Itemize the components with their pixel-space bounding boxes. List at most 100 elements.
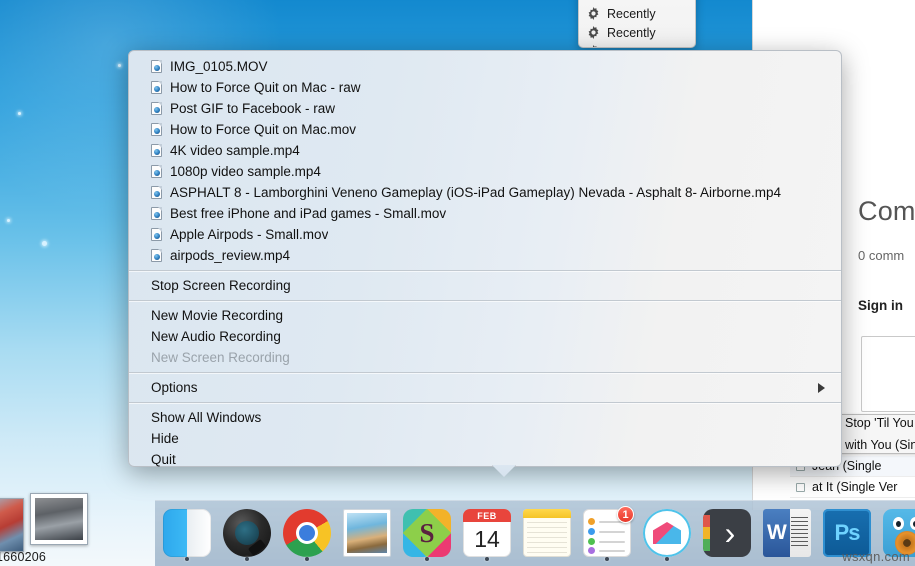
comments-heading: Com bbox=[858, 196, 915, 226]
menu-item-label: Stop Screen Recording bbox=[151, 278, 291, 293]
menu-item-label: How to Force Quit on Mac - raw bbox=[170, 80, 361, 95]
track-checkbox[interactable] bbox=[796, 483, 805, 492]
stop-recording-group: Stop Screen Recording bbox=[129, 275, 841, 296]
menu-item-label: Post GIF to Facebook - raw bbox=[170, 101, 336, 116]
menu-separator bbox=[129, 300, 841, 301]
track-row[interactable]: at It (Single Ver bbox=[790, 477, 915, 498]
menu-item-show-all-windows[interactable]: Show All Windows bbox=[129, 407, 841, 428]
thumbnail-image bbox=[35, 498, 83, 540]
menu-item-stop-screen-recording[interactable]: Stop Screen Recording bbox=[129, 275, 841, 296]
menu-item-label: Show All Windows bbox=[151, 410, 262, 425]
wallpaper-star bbox=[18, 112, 21, 115]
menu-item-recent-file[interactable]: Post GIF to Facebook - raw bbox=[129, 98, 841, 119]
chevron-right-icon bbox=[818, 382, 825, 393]
dock-item-mail[interactable] bbox=[341, 507, 393, 565]
menu-item-recent-file[interactable]: How to Force Quit on Mac - raw bbox=[129, 77, 841, 98]
running-indicator bbox=[305, 557, 309, 561]
terminal-icon bbox=[703, 509, 751, 557]
wallpaper-star bbox=[42, 241, 47, 246]
running-indicator bbox=[485, 557, 489, 561]
menu-item-label: Recently bbox=[607, 6, 656, 21]
dock-item-reminders[interactable]: 1 bbox=[581, 506, 634, 565]
movie-file-icon bbox=[151, 144, 162, 157]
track-title: at It (Single Ver bbox=[812, 480, 898, 494]
menu-item-recently-2[interactable]: Recently bbox=[579, 23, 695, 42]
comment-input-box[interactable] bbox=[861, 336, 915, 412]
menu-item-quit[interactable]: Quit bbox=[129, 449, 841, 470]
menu-item-hide[interactable]: Hide bbox=[129, 428, 841, 449]
microsoft-word-icon bbox=[763, 509, 811, 557]
menu-item-recent-file[interactable]: Best free iPhone and iPad games - Small.… bbox=[129, 203, 841, 224]
gear-icon bbox=[587, 45, 600, 47]
movie-file-icon bbox=[151, 228, 162, 241]
menu-item-label: New Movie Recording bbox=[151, 308, 284, 323]
menu-item-recent-file[interactable]: ASPHALT 8 - Lamborghini Veneno Gameplay … bbox=[129, 182, 841, 203]
dock-item-terminal[interactable] bbox=[701, 507, 753, 565]
watermark: wsxqn.com bbox=[842, 549, 910, 564]
menu-item-label: Hide bbox=[151, 431, 179, 446]
running-indicator bbox=[425, 557, 429, 561]
movie-file-icon bbox=[151, 207, 162, 220]
menu-item-options[interactable]: Options bbox=[129, 377, 841, 398]
slack-icon bbox=[403, 509, 451, 557]
movie-file-icon bbox=[151, 186, 162, 199]
menu-item-recent-file[interactable]: Apple Airpods - Small.mov bbox=[129, 224, 841, 245]
menu-item-label: Best free iPhone and iPad games - Small.… bbox=[170, 206, 447, 221]
chrome-icon bbox=[283, 509, 331, 557]
dock-item-slack[interactable] bbox=[401, 507, 453, 565]
menu-item-new-movie-recording[interactable]: New Movie Recording bbox=[129, 305, 841, 326]
menu-item-label: 4K video sample.mp4 bbox=[170, 143, 300, 158]
menu-item-recent-file[interactable]: 4K video sample.mp4 bbox=[129, 140, 841, 161]
menu-item-recent-file[interactable]: airpods_review.mp4 bbox=[129, 245, 841, 266]
dock-item-finder[interactable] bbox=[161, 507, 213, 565]
menu-item-label: 1080p video sample.mp4 bbox=[170, 164, 321, 179]
menu-item-recent-file[interactable]: How to Force Quit on Mac.mov bbox=[129, 119, 841, 140]
tooltip-line: Stop 'Til You bbox=[845, 416, 914, 430]
recent-files-group: IMG_0105.MOV How to Force Quit on Mac - … bbox=[129, 51, 841, 266]
menu-item-label: New Audio Recording bbox=[151, 329, 281, 344]
menu-item-label: New Screen Recording bbox=[151, 350, 290, 365]
menu-separator bbox=[129, 372, 841, 373]
itunes-partial-menu[interactable]: Recently Recently Top 25 M bbox=[578, 0, 696, 48]
wallpaper-star bbox=[118, 64, 121, 67]
desktop-photo-thumbnail[interactable] bbox=[30, 493, 88, 545]
menu-item-recent-file[interactable]: IMG_0105.MOV bbox=[129, 56, 841, 77]
menu-item-label: Options bbox=[151, 380, 198, 395]
sign-in-label[interactable]: Sign in bbox=[858, 298, 903, 313]
dock-item-quicktime[interactable] bbox=[221, 507, 273, 565]
dock-item-calendar[interactable]: FEB 14 bbox=[461, 507, 513, 565]
finder-icon bbox=[163, 509, 211, 557]
movie-file-icon bbox=[151, 249, 162, 262]
menu-item-label: airpods_review.mp4 bbox=[170, 248, 291, 263]
menu-item-label: IMG_0105.MOV bbox=[170, 59, 268, 74]
menu-item-new-screen-recording: New Screen Recording bbox=[129, 347, 841, 368]
gear-icon bbox=[587, 26, 600, 39]
notification-badge: 1 bbox=[617, 506, 634, 523]
menu-separator bbox=[129, 270, 841, 271]
app-actions-group: Show All Windows Hide Quit bbox=[129, 407, 841, 470]
quicktime-dock-context-menu[interactable]: IMG_0105.MOV How to Force Quit on Mac - … bbox=[128, 50, 842, 467]
menu-item-label: Recently bbox=[607, 25, 656, 40]
document-lines bbox=[791, 517, 808, 549]
dock[interactable]: FEB 14 1 bbox=[155, 500, 915, 566]
menu-item-recent-file[interactable]: 1080p video sample.mp4 bbox=[129, 161, 841, 182]
menu-item-label: Top 25 M bbox=[607, 45, 658, 48]
menu-item-new-audio-recording[interactable]: New Audio Recording bbox=[129, 326, 841, 347]
menu-item-label: Apple Airpods - Small.mov bbox=[170, 227, 329, 242]
menu-item-recently-1[interactable]: Recently bbox=[579, 4, 695, 23]
quicktime-icon bbox=[223, 509, 271, 557]
dock-item-notes[interactable] bbox=[521, 507, 573, 565]
running-indicator bbox=[665, 557, 669, 561]
calendar-month: FEB bbox=[463, 509, 511, 522]
dock-item-spark[interactable] bbox=[641, 507, 693, 565]
menu-item-top-25[interactable]: Top 25 M bbox=[579, 42, 695, 48]
mail-icon bbox=[343, 509, 391, 557]
notes-icon bbox=[523, 509, 571, 557]
dock-item-chrome[interactable] bbox=[281, 507, 333, 565]
menu-item-label: ASPHALT 8 - Lamborghini Veneno Gameplay … bbox=[170, 185, 782, 200]
dock-item-word[interactable] bbox=[761, 507, 813, 565]
movie-file-icon bbox=[151, 123, 162, 136]
running-indicator bbox=[605, 557, 609, 561]
desktop-photo-thumbnail[interactable] bbox=[0, 498, 24, 552]
calendar-icon: FEB 14 bbox=[463, 509, 511, 557]
